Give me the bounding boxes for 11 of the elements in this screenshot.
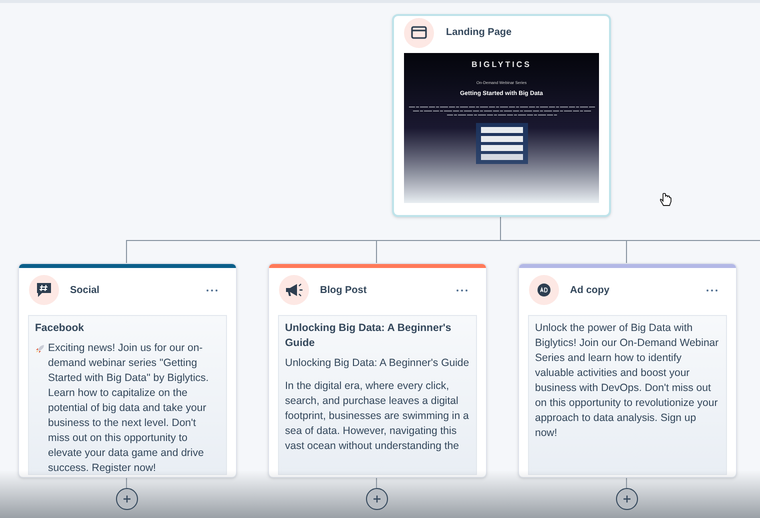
card-title: Social: [70, 284, 100, 298]
card-title: Landing Page: [446, 26, 512, 40]
content-heading: Facebook: [35, 321, 86, 336]
content-heading: Unlocking Big Data: A Beginner's Guide: [285, 321, 452, 351]
card-title: Ad copy: [570, 284, 610, 298]
content-text: Unlock the power of Big Data with Biglytics! Join our On-Demand Webinar Series and learn how to identify valuable activities and boost your business with DevOps. Don't miss out on this opportunity to revolutionize your approach to data analysis. Sign up now!: [535, 322, 719, 439]
content-text: Unlocking Big Data: A Beginner's Guide: [285, 357, 470, 369]
card-title: Blog Post: [320, 284, 368, 298]
content-text: Exciting news! Join us for our on-demand webinar series "Getting Started with Big Data" by Biglytics. Learn how to capitalize on the potential of big data and take your business to the next level. Don't miss out on this opportunity to elevate your data game and drive success. Register now!: [48, 341, 210, 474]
preview-logo: BIGLYTICS: [472, 59, 532, 71]
content-text: In the digital era, where every click, search, and purchase leaves a digital footprint, businesses are swimming in a sea of data. However, navigating this vast ocean without understanding the: [285, 380, 469, 452]
